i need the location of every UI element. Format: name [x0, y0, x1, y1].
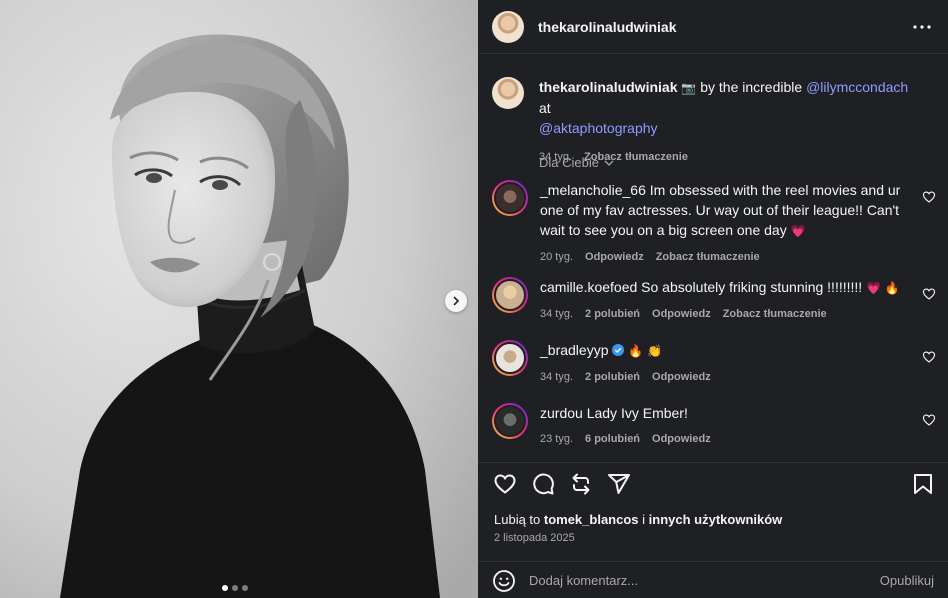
author-avatar[interactable]	[492, 10, 524, 43]
reply-link[interactable]: Odpowiedz	[652, 367, 711, 387]
post-actions: Lubią to tomek_blancos i innych użytkown…	[478, 462, 948, 598]
like-comment-heart-icon[interactable]	[922, 350, 936, 364]
caption-avatar-image	[492, 77, 524, 109]
reply-link[interactable]: Odpowiedz	[652, 429, 711, 449]
likes-summary: Lubią to tomek_blancos i innych użytkown…	[494, 512, 782, 527]
repost-button[interactable]	[568, 471, 594, 497]
comments-scroll-area[interactable]: thekarolinaludwiniak 📷 by the incredible…	[478, 55, 948, 461]
comment-likes-count[interactable]: 2 polubień	[585, 367, 640, 387]
comment-time[interactable]: 34 tyg.	[540, 304, 573, 324]
comment-username[interactable]: _melancholie_66	[540, 182, 646, 198]
caption: thekarolinaludwiniak 📷 by the incredible…	[492, 77, 936, 167]
post-header: thekarolinaludwiniak	[478, 0, 948, 54]
reply-link[interactable]: Odpowiedz	[585, 247, 644, 267]
other-likers-link[interactable]: innych użytkowników	[649, 512, 783, 527]
commenter-avatar[interactable]	[492, 277, 528, 313]
carousel-dot	[232, 585, 238, 591]
next-photo-button[interactable]	[445, 290, 467, 312]
likes-prefix: Lubią to	[494, 512, 544, 527]
more-options-button[interactable]	[910, 15, 934, 39]
carousel-dot	[242, 585, 248, 591]
publish-button[interactable]: Opublikuj	[880, 573, 934, 588]
like-comment-heart-icon[interactable]	[922, 190, 936, 204]
author-username[interactable]: thekarolinaludwiniak	[538, 19, 676, 35]
comment-item: _melancholie_66 Im obsessed with the ree…	[492, 180, 936, 267]
carousel-dot-active	[222, 585, 228, 591]
comment-time[interactable]: 20 tyg.	[540, 247, 573, 267]
heart-icon	[494, 474, 516, 494]
like-comment-heart-icon[interactable]	[922, 413, 936, 427]
send-icon	[608, 474, 630, 494]
comment-time[interactable]: 34 tyg.	[540, 367, 573, 387]
comment-username[interactable]: camille.koefoed	[540, 279, 637, 295]
comment-button[interactable]	[530, 471, 556, 497]
commenter-avatar[interactable]	[492, 340, 528, 376]
comment-username[interactable]: _bradleyyp	[540, 342, 609, 358]
post-viewer: thekarolinaludwiniak thekarolinaludwinia…	[0, 0, 948, 598]
save-button[interactable]	[910, 471, 936, 497]
see-translation-link[interactable]: Zobacz tłumaczenie	[656, 247, 760, 267]
pink-heart-emoji: 💗	[790, 224, 806, 238]
mention-link[interactable]: @aktaphotography	[539, 120, 658, 136]
share-button[interactable]	[606, 471, 632, 497]
comment-time[interactable]: 23 tyg.	[540, 429, 573, 449]
comments-filter-label: Dla Ciebie	[539, 155, 599, 170]
post-details-panel: thekarolinaludwiniak thekarolinaludwinia…	[478, 0, 948, 598]
chevron-down-icon	[604, 160, 614, 166]
comment-likes-count[interactable]: 6 polubień	[585, 429, 640, 449]
comment-likes-count[interactable]: 2 polubień	[585, 304, 640, 324]
like-button[interactable]	[492, 471, 518, 497]
verified-badge-icon	[612, 344, 625, 356]
add-comment-bar: Opublikuj	[478, 561, 948, 598]
likes-middle: i	[638, 512, 649, 527]
comment-item: zurdou Lady Ivy Ember! 23 tyg. 6 polubie…	[492, 403, 936, 449]
more-horizontal-icon	[913, 24, 931, 29]
comment-text: So absolutely friking stunning !!!!!!!!!	[641, 279, 863, 295]
caption-avatar[interactable]	[492, 77, 528, 113]
camera-emoji: 📷	[681, 81, 697, 95]
portrait-photo	[0, 0, 478, 598]
caption-text: by the incredible	[696, 79, 807, 95]
emoji-picker-icon[interactable]	[492, 569, 516, 593]
commenter-avatar[interactable]	[492, 180, 528, 216]
fire-clap-emoji: 🔥 👏	[628, 344, 662, 358]
post-date[interactable]: 2 listopada 2025	[494, 532, 575, 544]
commenter-avatar[interactable]	[492, 403, 528, 439]
comment-icon	[533, 473, 554, 495]
comment-input[interactable]	[529, 573, 880, 588]
bookmark-icon	[914, 474, 932, 494]
reply-link[interactable]: Odpowiedz	[652, 304, 711, 324]
like-comment-heart-icon[interactable]	[922, 287, 936, 301]
comment-item: _bradleyyp 🔥 👏 34 tyg. 2 polubień Odpowi…	[492, 340, 936, 387]
repost-icon	[572, 473, 590, 495]
liked-by-user-link[interactable]: tomek_blancos	[544, 512, 639, 527]
comment-item: camille.koefoed So absolutely friking st…	[492, 277, 936, 324]
heart-fire-emoji: 💗 🔥	[866, 281, 900, 295]
comments-filter-dropdown[interactable]: Dla Ciebie	[539, 155, 614, 170]
see-translation-link[interactable]: Zobacz tłumaczenie	[723, 304, 827, 324]
caption-text: at	[539, 100, 551, 116]
carousel-indicator	[222, 585, 248, 591]
post-media[interactable]	[0, 0, 478, 598]
mention-link[interactable]: @lilymccondach	[806, 79, 908, 95]
comment-username[interactable]: zurdou	[540, 405, 583, 421]
comment-text: Lady Ivy Ember!	[586, 405, 688, 421]
caption-username[interactable]: thekarolinaludwiniak	[539, 79, 677, 95]
chevron-right-icon	[453, 296, 460, 306]
